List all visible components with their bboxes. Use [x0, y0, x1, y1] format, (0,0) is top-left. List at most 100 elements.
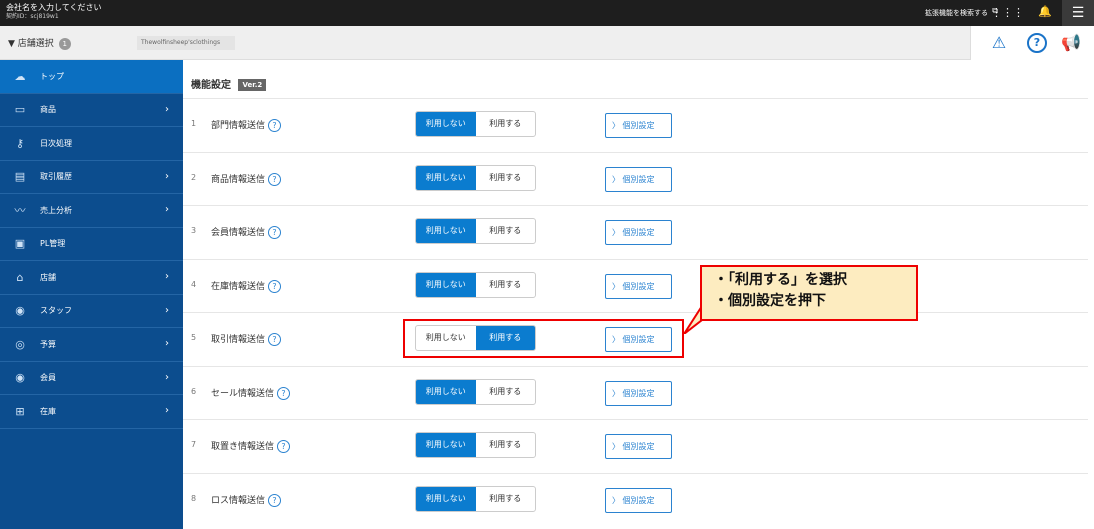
row-number: 4 [191, 279, 197, 289]
sidebar-item-staff[interactable]: ◉ スタッフ › [0, 295, 183, 328]
chart-icon: 〰 [14, 204, 26, 218]
product-icon: ▭ [14, 103, 26, 117]
selected-store-name: Thewolfinsheep'sclothings [137, 36, 235, 50]
toggle-off-button[interactable]: 利用しない [416, 379, 476, 404]
sidebar-item-inventory[interactable]: ⊞ 在庫 › [0, 395, 183, 429]
feature-row: 1 部門情報送信? 利用しない 利用する 〉 個別設定 [183, 98, 1088, 152]
individual-settings-label: 個別設定 [622, 228, 655, 237]
extension-search-link[interactable]: 拡張機能を検索する [925, 8, 988, 18]
help-icon[interactable]: ? [277, 440, 291, 453]
megaphone-icon[interactable]: 📢 [1061, 33, 1081, 53]
individual-settings-label: 個別設定 [622, 442, 655, 451]
chevron-right-icon: › [165, 304, 169, 316]
store-icon: ⌂ [16, 270, 24, 284]
callout-line-2: ・個別設定を押下 [714, 293, 826, 309]
row-label: セール情報送信? [211, 386, 291, 400]
toggle-on-button[interactable]: 利用する [476, 273, 536, 297]
toggle-on-button[interactable]: 利用する [476, 112, 536, 136]
app-grid-icon[interactable]: ⋮⋮⋮ [991, 6, 1024, 19]
chevron-right-icon: 〉 [612, 174, 620, 184]
page-title-text: 機能設定 [191, 80, 231, 91]
sidebar-item-label: トップ [40, 71, 64, 81]
chevron-right-icon: › [165, 204, 169, 215]
row-label-text: 在庫情報送信 [211, 281, 266, 292]
toggle-on-button[interactable]: 利用する [476, 166, 536, 190]
help-icon[interactable]: ? [268, 279, 282, 293]
row-number: 3 [191, 226, 197, 235]
warning-icon[interactable]: ⚠ [989, 33, 1009, 53]
individual-settings-label: 個別設定 [622, 388, 655, 398]
chevron-right-icon: › [165, 103, 169, 115]
help-icon[interactable]: ? [268, 493, 282, 507]
chevron-right-icon: 〉 [612, 388, 620, 398]
toggle-off-button[interactable]: 利用しない [416, 486, 476, 511]
sidebar-item-pl[interactable]: ▣ PL管理 [0, 228, 183, 261]
row-label: 部門情報送信? [211, 118, 282, 132]
help-icon[interactable]: ? [268, 172, 282, 186]
sidebar-item-label: 取引履歴 [40, 172, 72, 182]
highlight-box [403, 319, 684, 358]
individual-settings-button[interactable]: 〉 個別設定 [605, 273, 672, 299]
row-number: 8 [191, 493, 197, 503]
toggle-off-button[interactable]: 利用しない [416, 433, 476, 457]
sidebar-item-member[interactable]: ◉ 会員 › [0, 362, 183, 395]
toggle-on-button[interactable]: 利用する [476, 487, 536, 511]
usage-toggle: 利用しない 利用する [415, 432, 536, 458]
usage-toggle: 利用しない 利用する [415, 218, 536, 244]
help-icon[interactable]: ? [268, 226, 282, 239]
main-content: 機能設定 Ver.2 1 部門情報送信? 利用しない 利用する〉 個別設定 2 商品情報送… [183, 60, 1094, 529]
row-label: ロス情報送信? [211, 493, 282, 507]
sidebar-item-sales-analysis[interactable]: 〰 売上分析 › [0, 194, 183, 228]
toggle-on-button[interactable]: 利用する [476, 433, 536, 457]
individual-settings-button[interactable]: 〉 個別設定 [605, 220, 672, 245]
pl-icon: ▣ [14, 237, 26, 251]
chevron-right-icon: › [165, 371, 169, 383]
individual-settings-label: 個別設定 [622, 281, 655, 291]
key-icon: ⚷ [15, 136, 25, 150]
usage-toggle: 利用しない 利用する [415, 378, 536, 405]
member-icon: ◉ [15, 371, 25, 385]
chevron-right-icon: › [165, 170, 169, 182]
sidebar-item-history[interactable]: ▤ 取引履歴 › [0, 161, 183, 194]
sidebar-item-product[interactable]: ▭ 商品 › [0, 94, 183, 127]
company-info: 会社名を入力してください 契約ID：scj819w1 [6, 3, 102, 21]
row-number: 1 [191, 119, 197, 128]
help-icon[interactable]: ? [277, 386, 291, 400]
individual-settings-button[interactable]: 〉 個別設定 [605, 166, 672, 192]
sidebar-item-daily[interactable]: ⚷ 日次処理 [0, 127, 183, 161]
history-icon: ▤ [14, 170, 26, 184]
callout-line-1: ・「利用する」を選択 [714, 272, 847, 288]
page-title: 機能設定 Ver.2 [191, 76, 267, 91]
store-select-dropdown[interactable]: ▼ 店舗選択 1 [8, 36, 71, 50]
sidebar-item-label: 予算 [40, 339, 56, 349]
row-number: 5 [191, 333, 197, 342]
chevron-right-icon: 〉 [612, 442, 620, 451]
top-bar: 会社名を入力してください 契約ID：scj819w1 拡張機能を検索する ⧉ ⋮… [0, 0, 1094, 26]
toggle-on-button[interactable]: 利用する [476, 380, 536, 404]
help-icon[interactable]: ? [268, 333, 282, 346]
toggle-off-button[interactable]: 利用しない [416, 272, 476, 297]
individual-settings-label: 個別設定 [622, 495, 655, 505]
individual-settings-button[interactable]: 〉 個別設定 [605, 487, 672, 513]
toggle-on-button[interactable]: 利用する [476, 219, 536, 243]
inventory-icon: ⊞ [15, 404, 25, 418]
toggle-off-button[interactable]: 利用しない [416, 112, 476, 136]
sidebar-item-store[interactable]: ⌂ 店舗 › [0, 261, 183, 295]
hamburger-menu-icon[interactable]: ☰ [1062, 0, 1094, 26]
toggle-off-button[interactable]: 利用しない [416, 165, 476, 190]
individual-settings-label: 個別設定 [622, 174, 655, 184]
row-number: 2 [191, 172, 197, 182]
individual-settings-button[interactable]: 〉 個別設定 [605, 380, 672, 406]
chevron-right-icon: 〉 [612, 121, 620, 130]
help-icon[interactable]: ? [268, 119, 282, 132]
individual-settings-button[interactable]: 〉 個別設定 [605, 434, 672, 459]
notification-bell-icon[interactable]: 🔔 [1038, 5, 1052, 18]
sidebar-item-top[interactable]: ☁ トップ [0, 60, 183, 94]
help-icon[interactable]: ? [1027, 33, 1047, 53]
toggle-off-button[interactable]: 利用しない [416, 219, 476, 243]
row-label-text: 取置き情報送信 [211, 442, 275, 452]
store-bar: ▼ 店舗選択 1 Thewolfinsheep'sclothings ⚠ ? 📢 [0, 26, 1094, 60]
individual-settings-button[interactable]: 〉 個別設定 [605, 113, 672, 138]
chevron-right-icon: 〉 [612, 495, 620, 505]
sidebar-item-budget[interactable]: ◎ 予算 › [0, 328, 183, 362]
